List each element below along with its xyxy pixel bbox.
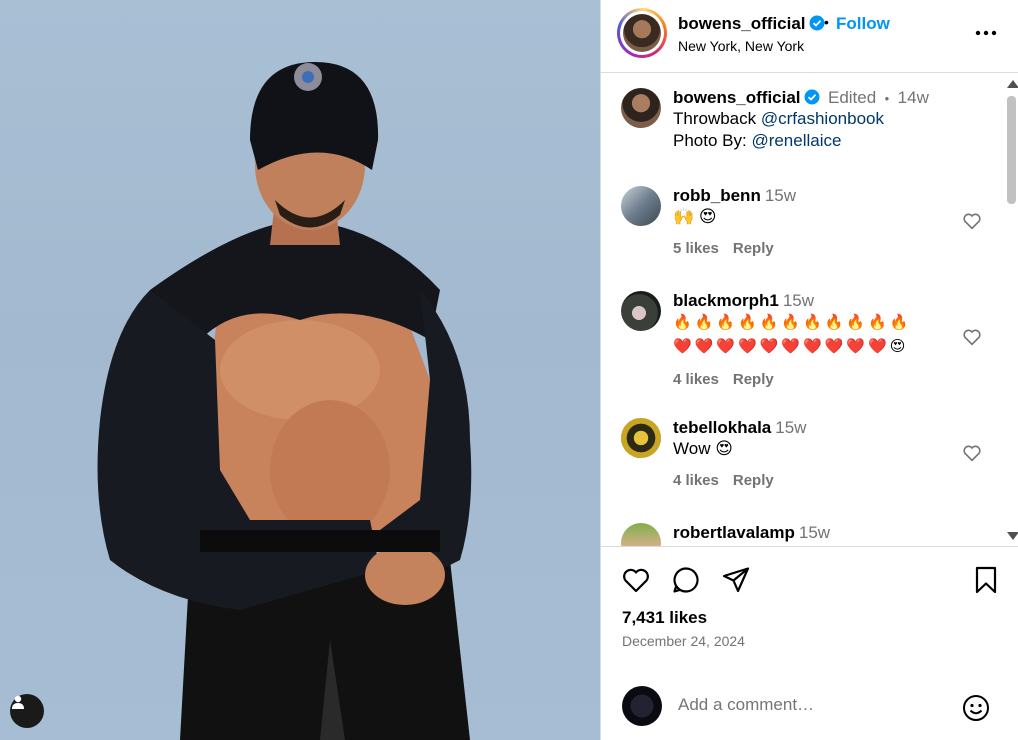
reply-button[interactable]: Reply [733,240,774,257]
comment-time: 15w [775,418,807,437]
user-tag-icon[interactable] [10,694,44,728]
current-user-avatar[interactable] [622,686,662,726]
heart-icon[interactable] [961,442,983,464]
post-photo-illustration [97,62,472,740]
mention-link[interactable]: @renellaice [751,131,841,150]
comment-text: 🙌 😍 [673,207,717,226]
heart-icon[interactable] [961,326,983,348]
comments-scrollbar[interactable] [1003,74,1018,546]
add-comment-bar [601,676,1018,740]
comment-input[interactable] [678,695,938,715]
verified-badge-icon [804,89,820,105]
caption-time: 14w [897,88,929,107]
commenter-username[interactable]: robb_benn [673,186,761,205]
post-location[interactable]: New York, New York [678,38,804,54]
post-side-panel: bowens_official • Follow New York, New Y… [600,0,1018,740]
post-date[interactable]: December 24, 2024 [622,633,745,649]
comment-likes[interactable]: 5 likes [673,240,719,257]
comment-icon[interactable] [671,565,701,595]
heart-icon[interactable] [621,565,651,595]
commenter-avatar[interactable] [621,418,661,458]
caption-username[interactable]: bowens_official [673,88,801,107]
header-separator: • [824,14,829,30]
reply-button[interactable]: Reply [733,472,774,489]
author-username[interactable]: bowens_official [678,14,825,34]
caption-line-1: Throwback @crfashionbook [673,109,884,128]
caption-separator: • [884,91,890,106]
reply-button[interactable]: Reply [733,371,774,388]
likes-count[interactable]: 7,431 likes [622,608,707,628]
caption-edited: Edited [827,88,877,107]
comment-likes[interactable]: 4 likes [673,472,719,489]
post-image[interactable] [0,0,600,740]
comment-time: 15w [764,186,797,205]
scroll-thumb[interactable] [1007,96,1016,204]
emoji-icon[interactable] [961,693,991,723]
scroll-up-arrow[interactable] [1007,80,1018,88]
comment-time: 15w [782,291,814,310]
commenter-username[interactable]: blackmorph1 [673,291,779,310]
comment-time: 15w [798,523,831,542]
commenter-avatar[interactable] [621,523,661,546]
mention-link[interactable]: @crfashionbook [761,109,884,128]
caption-line-2: Photo By: @renellaice [673,131,842,150]
scroll-down-arrow[interactable] [1007,532,1018,540]
post-header: bowens_official • Follow New York, New Y… [601,0,1018,73]
comment-text-line-1: 🔥🔥🔥🔥🔥🔥🔥🔥🔥🔥🔥 [673,314,912,331]
comments-list[interactable]: bowens_official Edited • 14w Throwback @… [601,74,1005,546]
post-actions: 7,431 likes December 24, 2024 [601,546,1018,676]
commenter-username[interactable]: tebellokhala [673,418,771,437]
more-options-icon[interactable] [973,20,999,46]
follow-button[interactable]: Follow [836,14,890,34]
author-avatar[interactable] [617,8,667,58]
heart-icon[interactable] [961,210,983,232]
commenter-avatar[interactable] [621,291,661,331]
comment-likes[interactable]: 4 likes [673,371,719,388]
comment-text: Wow 😍 [673,439,733,458]
caption-avatar[interactable] [621,88,661,128]
commenter-username[interactable]: robertlavalamp [673,523,795,542]
commenter-avatar[interactable] [621,186,661,226]
bookmark-icon[interactable] [971,565,1001,595]
verified-badge-icon [809,15,825,31]
comment-text-line-2: ❤️❤️❤️❤️❤️❤️❤️❤️❤️❤️😍 [673,338,909,355]
share-icon[interactable] [721,565,751,595]
